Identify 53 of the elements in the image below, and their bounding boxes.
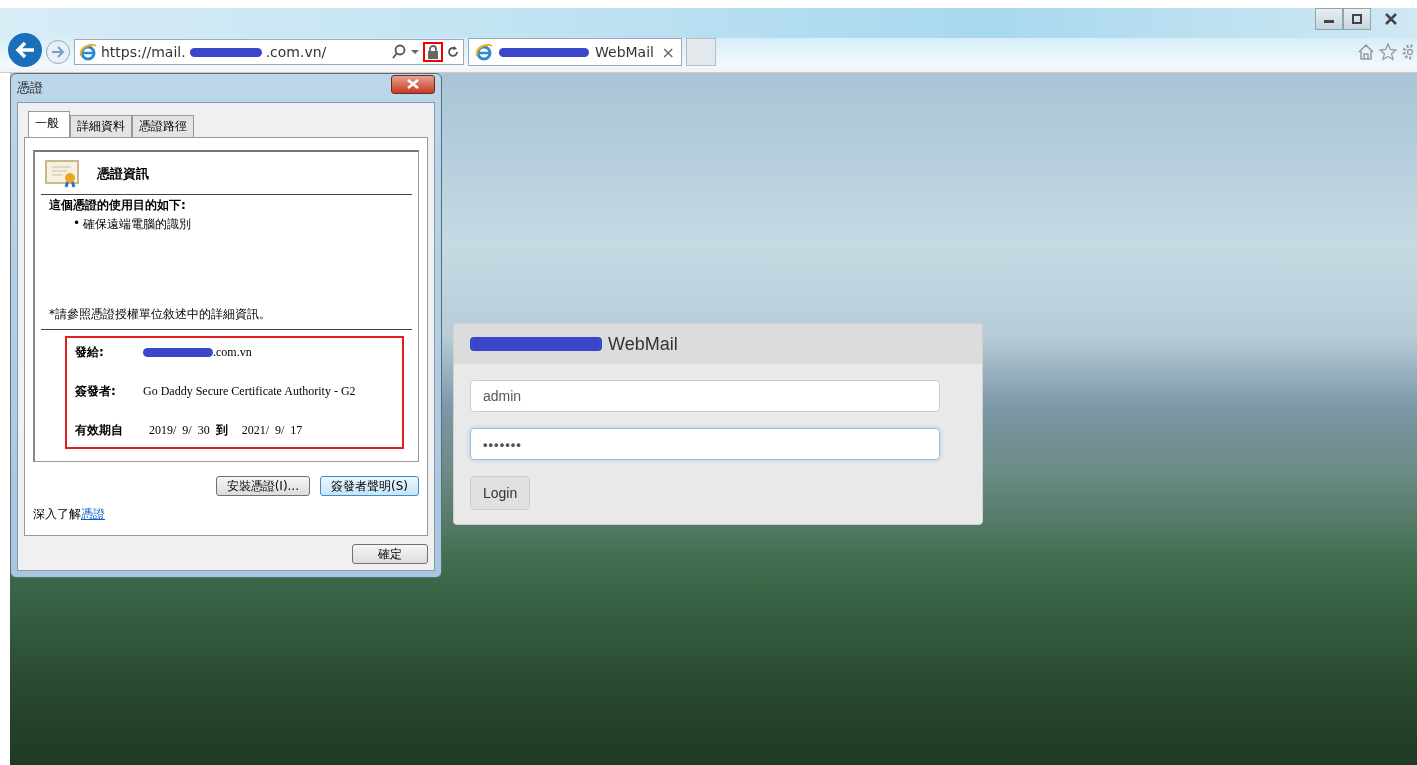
browser-logo-icon xyxy=(79,43,97,61)
minimize-button[interactable] xyxy=(1315,8,1343,30)
tab-close-button[interactable]: × xyxy=(661,42,675,62)
dialog-title: 憑證 xyxy=(17,79,43,97)
field-label: 發給: xyxy=(75,344,105,361)
purpose-item: 確保遠端電腦的識別 xyxy=(83,216,192,233)
close-icon xyxy=(1384,13,1398,25)
field-label: 有效期自 xyxy=(75,422,124,439)
forward-button[interactable] xyxy=(46,40,70,64)
ok-button[interactable]: 確定 xyxy=(352,544,428,564)
dialog-tab[interactable]: 一般 xyxy=(28,111,70,137)
url-text: https://mail. xyxy=(101,44,186,60)
home-icon[interactable] xyxy=(1357,43,1375,61)
card-title: WebMail xyxy=(608,333,678,355)
certificate-icon xyxy=(45,160,81,188)
dialog-tab[interactable]: 憑證路徑 xyxy=(132,115,194,137)
url-text: .com.vn/ xyxy=(265,44,327,60)
lock-icon[interactable] xyxy=(423,42,443,62)
purpose-heading: 這個憑證的使用目的如下: xyxy=(48,197,187,214)
back-arrow-icon xyxy=(14,40,36,60)
section-heading: 憑證資訊 xyxy=(97,165,149,183)
password-field[interactable]: ••••••• xyxy=(470,428,940,460)
forward-arrow-icon xyxy=(51,46,65,58)
dialog-button[interactable]: 簽發者聲明(S) xyxy=(320,476,419,496)
field-label: 簽發者: xyxy=(75,383,117,400)
browser-logo-icon xyxy=(475,43,493,61)
learn-more-text: 深入了解 xyxy=(33,507,81,521)
note-text: *請參照憑證授權單位敘述中的詳細資訊。 xyxy=(48,306,272,323)
star-icon[interactable] xyxy=(1379,43,1397,61)
tab-title: WebMail xyxy=(595,44,655,60)
username-field[interactable]: admin xyxy=(470,380,940,412)
settings-icon[interactable] xyxy=(1401,43,1413,61)
dialog-tab[interactable]: 詳細資料 xyxy=(70,115,132,137)
browser-tab[interactable]: WebMail × xyxy=(468,38,682,66)
login-button[interactable]: Login xyxy=(470,476,531,510)
back-button[interactable] xyxy=(8,33,42,67)
address-bar[interactable]: https://mail. .com.vn/ xyxy=(74,39,464,65)
date-value: 2019/ 9/ 30 xyxy=(149,423,210,438)
certificate-link[interactable]: 憑證 xyxy=(81,507,105,521)
restore-button[interactable] xyxy=(1343,8,1371,30)
date-value: 2021/ 9/ 17 xyxy=(241,423,303,438)
field-label: 到 xyxy=(215,422,228,439)
restore-icon xyxy=(1350,13,1364,25)
dialog-button[interactable]: 安裝憑證(I)... xyxy=(215,476,310,496)
close-button[interactable] xyxy=(391,74,435,94)
close-icon xyxy=(407,79,419,89)
field-value: Go Daddy Secure Certificate Authority - G2 xyxy=(143,384,356,399)
field-value: .com.vn xyxy=(213,345,252,360)
dropdown-icon[interactable] xyxy=(411,49,419,55)
bullet: • xyxy=(73,216,81,232)
search-icon[interactable] xyxy=(391,44,407,60)
redaction-bar xyxy=(143,348,213,357)
refresh-icon[interactable] xyxy=(447,45,459,59)
